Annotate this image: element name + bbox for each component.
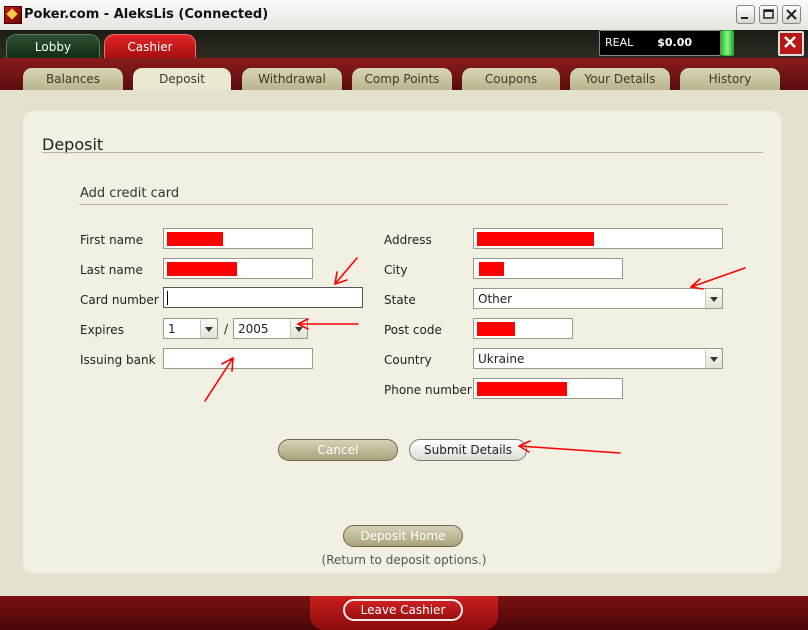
expires-year-value: 2005: [238, 322, 269, 336]
close-icon: [786, 9, 797, 20]
balance-mode: REAL: [605, 36, 634, 49]
city-field[interactable]: [473, 258, 623, 279]
post-code-label: Post code: [384, 323, 442, 337]
window-close-button[interactable]: [782, 5, 801, 24]
deposit-home-button[interactable]: Deposit Home: [343, 525, 463, 547]
deposit-panel: [23, 111, 781, 573]
balance-amount: $0.00: [657, 36, 692, 49]
expires-year-select[interactable]: 2005: [233, 318, 308, 339]
redaction-mark: [167, 232, 223, 246]
window-title: Poker.com - AleksLis (Connected): [24, 7, 269, 22]
tab-cashier[interactable]: Cashier: [104, 34, 196, 60]
card-number-label: Card number: [80, 293, 159, 307]
tab-comp-points[interactable]: Comp Points: [352, 68, 452, 90]
address-label: Address: [384, 233, 432, 247]
redaction-mark: [479, 262, 504, 276]
chevron-down-icon: [705, 349, 722, 368]
tab-lobby[interactable]: Lobby: [6, 34, 100, 60]
last-name-field[interactable]: [163, 258, 313, 279]
tab-balances[interactable]: Balances: [23, 68, 123, 90]
first-name-field[interactable]: [163, 228, 313, 249]
state-select[interactable]: Other: [473, 288, 723, 309]
submit-details-button[interactable]: Submit Details: [409, 439, 527, 461]
phone-label: Phone number: [384, 383, 472, 397]
address-field[interactable]: [473, 228, 723, 249]
cancel-button[interactable]: Cancel: [278, 439, 398, 461]
tab-deposit[interactable]: Deposit: [133, 68, 231, 90]
state-value: Other: [478, 292, 513, 306]
expires-month-select[interactable]: 1: [163, 318, 218, 339]
text-caret: [167, 291, 168, 305]
country-value: Ukraine: [478, 352, 525, 366]
country-select[interactable]: Ukraine: [473, 348, 723, 369]
title-divider: [42, 152, 763, 153]
state-label: State: [384, 293, 416, 307]
connection-indicator-icon: [721, 30, 734, 56]
chevron-down-icon: [290, 319, 307, 338]
maximize-button[interactable]: [759, 5, 778, 24]
post-code-field[interactable]: [473, 318, 573, 339]
country-label: Country: [384, 353, 432, 367]
cashier-close-button[interactable]: [778, 31, 804, 56]
first-name-label: First name: [80, 233, 144, 247]
window-titlebar: Poker.com - AleksLis (Connected): [0, 0, 808, 31]
card-number-field[interactable]: [163, 287, 363, 308]
poker-app-icon: [4, 6, 22, 24]
section-title: Add credit card: [80, 186, 180, 201]
chevron-down-icon: [200, 319, 217, 338]
return-note: (Return to deposit options.): [321, 553, 487, 567]
leave-cashier-button[interactable]: Leave Cashier: [343, 599, 463, 621]
close-icon: [784, 36, 796, 48]
redaction-mark: [167, 262, 237, 276]
minimize-button[interactable]: [736, 5, 755, 24]
expires-label: Expires: [80, 323, 124, 337]
tab-your-details[interactable]: Your Details: [570, 68, 670, 90]
redaction-mark: [477, 322, 515, 336]
issuing-bank-field[interactable]: [163, 348, 313, 369]
tab-coupons[interactable]: Coupons: [462, 68, 560, 90]
phone-field[interactable]: [473, 378, 623, 399]
redaction-mark: [477, 232, 594, 246]
expires-separator: /: [224, 322, 229, 336]
chevron-down-icon: [705, 289, 722, 308]
last-name-label: Last name: [80, 263, 143, 277]
balance-display: REAL $0.00: [599, 30, 721, 56]
redaction-mark: [477, 382, 567, 396]
tab-withdrawal[interactable]: Withdrawal: [242, 68, 342, 90]
issuing-bank-label: Issuing bank: [80, 353, 156, 367]
minimize-icon: [741, 17, 748, 19]
expires-month-value: 1: [168, 322, 176, 336]
maximize-icon: [763, 9, 774, 19]
city-label: City: [384, 263, 408, 277]
section-divider: [79, 204, 728, 205]
tab-history[interactable]: History: [680, 68, 780, 90]
